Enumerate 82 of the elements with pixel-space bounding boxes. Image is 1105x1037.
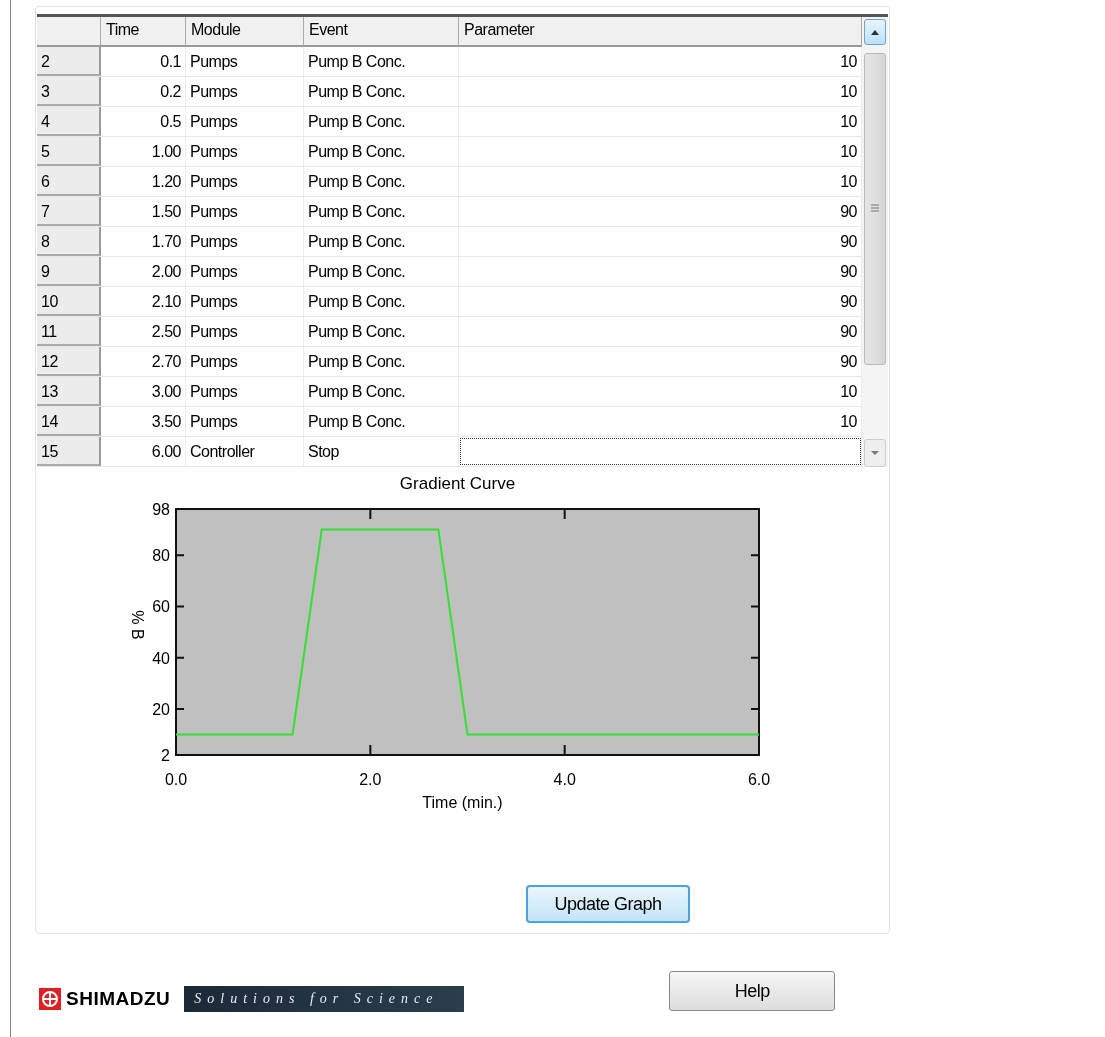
table-cell: Pump B Conc. xyxy=(304,47,459,76)
down-arrow-icon xyxy=(871,451,879,455)
y-tick-label: 98 xyxy=(152,501,170,518)
table-cell: Pumps xyxy=(186,77,304,106)
y-axis-label: % B xyxy=(129,610,146,640)
y-tick-label: 80 xyxy=(152,547,170,565)
y-tick-label: 2 xyxy=(161,747,170,764)
row-number-cell: 8 xyxy=(37,227,101,256)
row-number-cell: 11 xyxy=(37,317,101,346)
row-number-cell: 13 xyxy=(37,377,101,406)
table-cell: Pump B Conc. xyxy=(304,257,459,286)
brand-name: SHIMADZU xyxy=(66,988,171,1010)
table-cell: Pump B Conc. xyxy=(304,197,459,226)
row-number-cell: 7 xyxy=(37,197,101,226)
table-cell: Pumps xyxy=(186,227,304,256)
table-cell: Stop xyxy=(304,437,459,466)
row-number-cell: 4 xyxy=(37,107,101,136)
table-cell: Pumps xyxy=(186,167,304,196)
table-cell: Pumps xyxy=(186,137,304,166)
x-tick-label: 2.0 xyxy=(359,771,382,788)
row-number-cell: 14 xyxy=(37,407,101,436)
table-cell: Pumps xyxy=(186,47,304,76)
table-cell: 0.1 xyxy=(101,47,186,76)
y-tick-label: 20 xyxy=(152,700,170,718)
table-cell: Pumps xyxy=(186,347,304,376)
up-arrow-icon xyxy=(871,29,879,35)
column-header[interactable]: Time xyxy=(101,17,186,45)
table-cell: 3.00 xyxy=(101,377,186,406)
row-number-cell: 6 xyxy=(37,167,101,196)
table-cell: Pump B Conc. xyxy=(304,287,459,316)
table-cell: 1.70 xyxy=(101,227,186,256)
table-cell: 0.2 xyxy=(101,77,186,106)
table-cell: Controller xyxy=(186,437,304,466)
row-number-cell: 10 xyxy=(37,287,101,316)
table-cell: Pump B Conc. xyxy=(304,107,459,136)
table-cell: 6.00 xyxy=(101,437,186,466)
row-number-cell: 5 xyxy=(37,137,101,166)
table-cell: 2.50 xyxy=(101,317,186,346)
table-cell: Pumps xyxy=(186,287,304,316)
y-tick-label: 60 xyxy=(152,598,170,616)
tagline-banner: Solutions for Science xyxy=(184,986,465,1012)
table-cell: 2.00 xyxy=(101,257,186,286)
table-cell: Pump B Conc. xyxy=(304,317,459,346)
row-number-cell: 2 xyxy=(37,47,101,76)
table-cell: 1.20 xyxy=(101,167,186,196)
row-number-cell: 3 xyxy=(37,77,101,106)
table-cell: Pumps xyxy=(186,407,304,436)
column-header[interactable]: Module xyxy=(186,17,304,45)
table-cell: Pump B Conc. xyxy=(304,137,459,166)
x-axis-label: Time (min.) xyxy=(422,794,503,811)
row-number-cell: 9 xyxy=(37,257,101,286)
table-cell: 3.50 xyxy=(101,407,186,436)
table-cell: Pumps xyxy=(186,317,304,346)
row-number-cell: 15 xyxy=(37,437,101,466)
table-cell: Pump B Conc. xyxy=(304,347,459,376)
table-cell: Pump B Conc. xyxy=(304,77,459,106)
table-cell: 1.00 xyxy=(101,137,186,166)
table-cell: 1.50 xyxy=(101,197,186,226)
table-cell: Pumps xyxy=(186,377,304,406)
x-tick-label: 4.0 xyxy=(553,771,576,788)
chart-title: Gradient Curve xyxy=(399,474,516,493)
scroll-up-button[interactable] xyxy=(864,19,886,45)
help-button[interactable]: Help xyxy=(669,971,836,1011)
table-cell: Pump B Conc. xyxy=(304,377,459,406)
y-tick-label: 40 xyxy=(152,649,170,667)
table-cell: Pump B Conc. xyxy=(304,227,459,256)
row-number-cell: 12 xyxy=(37,347,101,376)
table-cell: Pumps xyxy=(186,107,304,136)
table-cell: Pumps xyxy=(186,197,304,226)
update-graph-button[interactable]: Update Graph xyxy=(526,885,690,923)
table-cell: 2.70 xyxy=(101,347,186,376)
scrollbar-thumb[interactable] xyxy=(864,53,886,365)
x-tick-label: 0.0 xyxy=(164,771,188,788)
logo-icon xyxy=(39,988,61,1010)
table-cell: Pump B Conc. xyxy=(304,407,459,436)
scroll-down-button[interactable] xyxy=(864,439,886,467)
column-header[interactable]: Event xyxy=(304,17,459,45)
table-cell: Pumps xyxy=(186,257,304,286)
table-cell: Pump B Conc. xyxy=(304,167,459,196)
table-cell: 2.10 xyxy=(101,287,186,316)
x-tick-label: 6.0 xyxy=(747,771,771,788)
table-cell: 0.5 xyxy=(101,107,186,136)
